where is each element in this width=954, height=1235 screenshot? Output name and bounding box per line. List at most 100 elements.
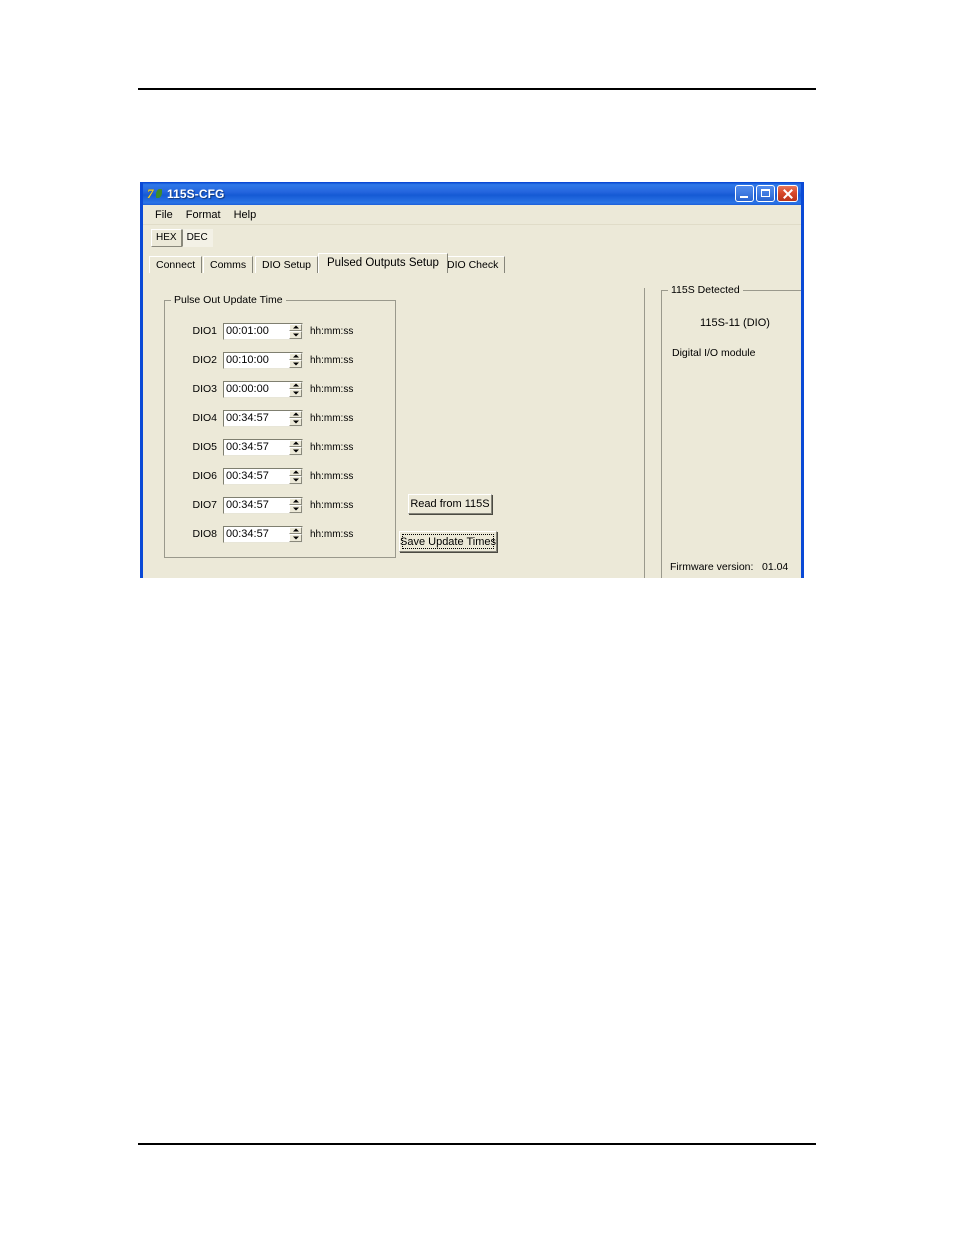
- dio-row: DIO5 00:34:57 hh:mm:ss: [183, 437, 353, 457]
- dio7-label: DIO7: [192, 499, 217, 511]
- dio2-time-input[interactable]: 00:10:00: [224, 352, 289, 368]
- dio5-unit-label: hh:mm:ss: [310, 441, 354, 453]
- dio5-time-spinner[interactable]: 00:34:57: [223, 438, 303, 456]
- application-window: 7 115S-CFG File Format Help HEX DEC Conn…: [140, 182, 804, 578]
- spin-down-icon[interactable]: [289, 418, 302, 426]
- dio8-spin-buttons: [289, 526, 302, 542]
- spin-up-icon[interactable]: [289, 352, 302, 360]
- dio3-time-input[interactable]: 00:00:00: [224, 381, 289, 397]
- dio4-spin-buttons: [289, 410, 302, 426]
- firmware-version-row: Firmware version: 01.04: [670, 561, 788, 573]
- page-header-rule: [138, 88, 816, 90]
- dio-row: DIO8 00:34:57 hh:mm:ss: [183, 524, 353, 544]
- dio3-time-spinner[interactable]: 00:00:00: [223, 380, 303, 398]
- read-from-115s-button[interactable]: Read from 115S: [408, 494, 492, 514]
- dio-row: DIO3 00:00:00 hh:mm:ss: [183, 379, 353, 399]
- dio6-label: DIO6: [192, 470, 217, 482]
- spin-down-icon[interactable]: [289, 360, 302, 368]
- dio1-label: DIO1: [192, 325, 217, 337]
- spin-up-icon[interactable]: [289, 497, 302, 505]
- menu-item-help[interactable]: Help: [228, 208, 264, 222]
- detected-device-group: 115S Detected 115S-11 (DIO) Digital I/O …: [661, 284, 801, 578]
- dio-row: DIO4 00:34:57 hh:mm:ss: [183, 408, 353, 428]
- dio2-time-spinner[interactable]: 00:10:00: [223, 351, 303, 369]
- dio4-time-input[interactable]: 00:34:57: [224, 410, 289, 426]
- firmware-version-label: Firmware version:: [670, 561, 754, 573]
- detected-model: 115S-11 (DIO): [700, 317, 770, 329]
- detected-description: Digital I/O module: [672, 347, 756, 359]
- minimize-button[interactable]: [735, 185, 754, 202]
- dio3-label: DIO3: [192, 383, 217, 395]
- spin-up-icon[interactable]: [289, 381, 302, 389]
- spin-down-icon[interactable]: [289, 331, 302, 339]
- client-area: Pulse Out Update Time DIO1 00:01:00 hh:m…: [146, 284, 801, 578]
- spin-down-icon[interactable]: [289, 505, 302, 513]
- dio1-time-spinner[interactable]: 00:01:00: [223, 322, 303, 340]
- spin-up-icon[interactable]: [289, 468, 302, 476]
- dio6-time-spinner[interactable]: 00:34:57: [223, 467, 303, 485]
- dio-row: DIO1 00:01:00 hh:mm:ss: [183, 321, 353, 341]
- window-controls: [735, 185, 798, 202]
- dio7-time-spinner[interactable]: 00:34:57: [223, 496, 303, 514]
- dio8-time-spinner[interactable]: 00:34:57: [223, 525, 303, 543]
- dio6-spin-buttons: [289, 468, 302, 484]
- menu-item-format[interactable]: Format: [180, 208, 228, 222]
- tab-comms[interactable]: Comms: [203, 256, 254, 273]
- dio7-unit-label: hh:mm:ss: [310, 499, 354, 511]
- save-button-label: Save Update Times: [400, 535, 496, 548]
- dio4-label: DIO4: [192, 412, 217, 424]
- dio4-time-spinner[interactable]: 00:34:57: [223, 409, 303, 427]
- dio8-time-input[interactable]: 00:34:57: [224, 526, 289, 542]
- title-bar: 7 115S-CFG: [143, 183, 801, 205]
- dio2-spin-buttons: [289, 352, 302, 368]
- dec-button[interactable]: DEC: [181, 229, 213, 247]
- dio6-time-input[interactable]: 00:34:57: [224, 468, 289, 484]
- save-update-times-button[interactable]: Save Update Times: [399, 531, 497, 552]
- close-button[interactable]: [777, 185, 798, 202]
- tab-strip: Connect Comms DIO Setup Pulsed Outputs S…: [149, 253, 801, 273]
- dio-row: DIO6 00:34:57 hh:mm:ss: [183, 466, 353, 486]
- dio3-unit-label: hh:mm:ss: [310, 383, 354, 395]
- spin-up-icon[interactable]: [289, 439, 302, 447]
- panel-splitter: [644, 288, 645, 578]
- dio3-spin-buttons: [289, 381, 302, 397]
- dio1-time-input[interactable]: 00:01:00: [224, 323, 289, 339]
- page-footer-rule: [138, 1143, 816, 1145]
- menu-item-file[interactable]: File: [149, 208, 180, 222]
- tab-pulsed-outputs-setup[interactable]: Pulsed Outputs Setup: [318, 253, 448, 273]
- spin-down-icon[interactable]: [289, 476, 302, 484]
- dio2-label: DIO2: [192, 354, 217, 366]
- spin-down-icon[interactable]: [289, 447, 302, 455]
- spin-up-icon[interactable]: [289, 323, 302, 331]
- spin-down-icon[interactable]: [289, 389, 302, 397]
- dio5-label: DIO5: [192, 441, 217, 453]
- dio-row: DIO7 00:34:57 hh:mm:ss: [183, 495, 353, 515]
- firmware-version-value: 01.04: [762, 561, 789, 573]
- pulse-group-title: Pulse Out Update Time: [171, 294, 286, 306]
- dio-row: DIO2 00:10:00 hh:mm:ss: [183, 350, 353, 370]
- window-title: 115S-CFG: [167, 187, 225, 201]
- dio8-unit-label: hh:mm:ss: [310, 528, 354, 540]
- spin-up-icon[interactable]: [289, 410, 302, 418]
- spin-down-icon[interactable]: [289, 534, 302, 542]
- format-toolbar: HEX DEC: [143, 225, 801, 251]
- dio7-spin-buttons: [289, 497, 302, 513]
- dio2-unit-label: hh:mm:ss: [310, 354, 354, 366]
- tab-dio-check[interactable]: DIO Check: [440, 256, 506, 273]
- dio1-unit-label: hh:mm:ss: [310, 325, 354, 337]
- dio1-spin-buttons: [289, 323, 302, 339]
- dio5-spin-buttons: [289, 439, 302, 455]
- dio5-time-input[interactable]: 00:34:57: [224, 439, 289, 455]
- dio6-unit-label: hh:mm:ss: [310, 470, 354, 482]
- dio8-label: DIO8: [192, 528, 217, 540]
- pulse-out-update-time-group: Pulse Out Update Time DIO1 00:01:00 hh:m…: [164, 294, 396, 558]
- hex-button[interactable]: HEX: [151, 229, 182, 247]
- spin-up-icon[interactable]: [289, 526, 302, 534]
- app-icon: 7: [147, 186, 162, 202]
- tab-connect[interactable]: Connect: [149, 256, 203, 273]
- dio7-time-input[interactable]: 00:34:57: [224, 497, 289, 513]
- tab-dio-setup[interactable]: DIO Setup: [255, 256, 319, 273]
- read-button-label: Read from 115S: [410, 498, 490, 510]
- maximize-button[interactable]: [756, 185, 775, 202]
- detected-group-title: 115S Detected: [668, 284, 743, 296]
